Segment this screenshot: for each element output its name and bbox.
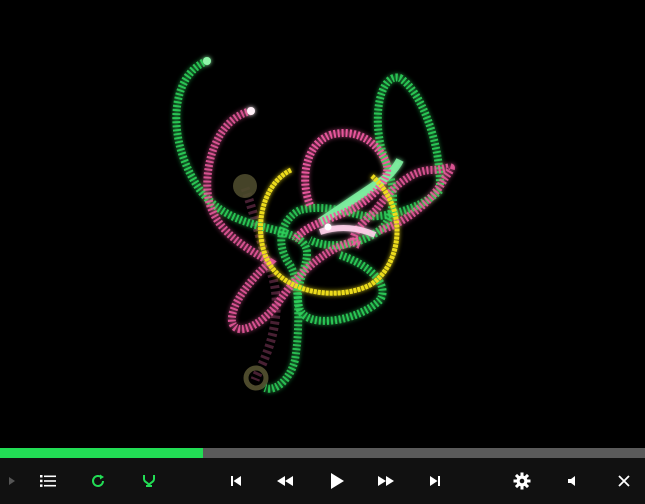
pink-endpoint (247, 107, 255, 115)
dark-node-top (233, 174, 257, 198)
progress-bar[interactable] (0, 448, 645, 458)
next-track-button[interactable] (417, 458, 453, 504)
volume-button[interactable] (555, 458, 591, 504)
center-node (324, 223, 332, 231)
play-button[interactable] (319, 458, 355, 504)
rewind-icon (276, 475, 294, 487)
branch-icon (141, 473, 157, 489)
rewind-button[interactable] (267, 458, 303, 504)
fast-forward-icon (377, 475, 395, 487)
playlist-button[interactable] (30, 458, 66, 504)
progress-fill (0, 448, 204, 458)
green-curve-a (172, 57, 387, 325)
reload-button[interactable] (80, 458, 116, 504)
shuffle-button[interactable] (131, 458, 167, 504)
settings-button[interactable] (504, 458, 540, 504)
skip-forward-icon (428, 475, 442, 487)
close-icon (618, 475, 630, 487)
refresh-icon (90, 473, 106, 489)
close-button[interactable] (606, 458, 642, 504)
visualization-art (172, 57, 455, 393)
skip-back-icon (229, 475, 243, 487)
list-icon (40, 474, 56, 488)
green-endpoint (203, 57, 211, 65)
fast-forward-button[interactable] (368, 458, 404, 504)
speaker-icon (567, 475, 579, 487)
dark-node-bottom (243, 365, 269, 391)
gear-icon (513, 472, 531, 490)
collapse-arrow-icon[interactable] (0, 458, 24, 504)
visualization-canvas[interactable] (0, 0, 645, 448)
previous-track-button[interactable] (218, 458, 254, 504)
play-icon (329, 472, 345, 490)
control-bar (0, 458, 645, 504)
